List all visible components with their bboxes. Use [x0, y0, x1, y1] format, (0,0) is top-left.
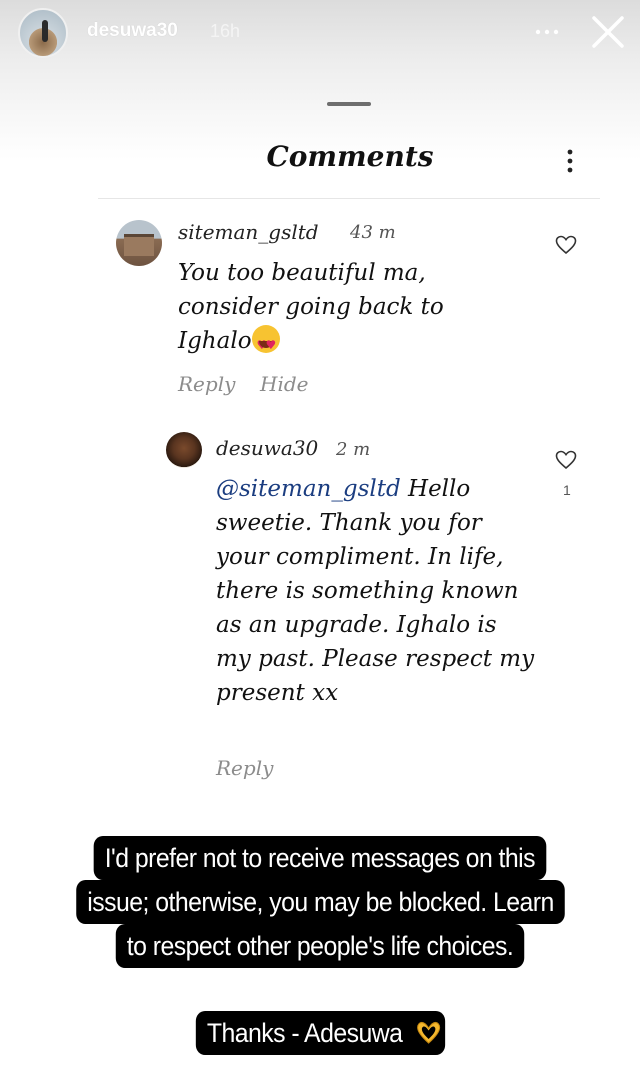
caption-text: to respect other people's life choices.: [115, 924, 525, 968]
caption-line: I'd prefer not to receive messages on th…: [0, 836, 640, 880]
caption-line: to respect other people's life choices.: [0, 924, 640, 968]
caption-text: issue; otherwise, you may be blocked. Le…: [75, 880, 565, 924]
close-icon[interactable]: [590, 14, 626, 50]
more-icon[interactable]: [532, 22, 562, 42]
caption-line: issue; otherwise, you may be blocked. Le…: [0, 880, 640, 924]
divider: [98, 198, 600, 199]
comment-text-line: consider going back to: [178, 294, 444, 320]
caption-text: I'd prefer not to receive messages on th…: [93, 836, 547, 880]
commenter-avatar[interactable]: [116, 220, 162, 266]
comment-text-line: You too beautiful ma,: [178, 260, 426, 286]
mention-link[interactable]: @siteman_gsltd: [216, 476, 401, 502]
heart-eyes-emoji-icon: [251, 325, 280, 362]
heart-hands-emoji-icon: [403, 1015, 440, 1044]
comment-time: 43 m: [350, 222, 396, 243]
comment-username[interactable]: siteman_gsltd: [178, 220, 319, 244]
heart-icon[interactable]: [555, 450, 577, 470]
comment-text: You too beautiful ma, consider going bac…: [178, 256, 518, 362]
more-vertical-icon[interactable]: [562, 148, 578, 174]
heart-icon[interactable]: [555, 235, 577, 255]
replier-avatar[interactable]: [166, 432, 202, 468]
avatar-building: [124, 234, 154, 256]
reply-text: @siteman_gsltd Hello sweetie. Thank you …: [216, 472, 536, 710]
comment-text-word: Ighalo: [178, 328, 252, 354]
story-time: 16h: [210, 21, 241, 41]
story-header: desuwa30 16h: [0, 0, 640, 68]
story-avatar[interactable]: [18, 8, 68, 58]
comment-text-line: Ighalo: [178, 324, 518, 362]
sheet-title: Comments: [266, 140, 434, 173]
comment-reply-button[interactable]: Reply: [178, 372, 235, 396]
caption-line: Thanks - Adesuwa: [0, 1011, 640, 1055]
caption-signoff: Thanks - Adesuwa: [195, 1011, 445, 1055]
reply-body: Hello sweetie. Thank you for your compli…: [216, 476, 535, 706]
reply-reply-button[interactable]: Reply: [216, 756, 273, 780]
caption-signoff-text: Thanks - Adesuwa: [206, 1018, 403, 1048]
sheet-drag-handle[interactable]: [327, 102, 371, 106]
avatar-figure: [42, 20, 48, 42]
comment-hide-button[interactable]: Hide: [260, 372, 308, 396]
story-username[interactable]: desuwa30: [87, 20, 178, 42]
reply-time: 2 m: [336, 439, 371, 460]
like-count: 1: [563, 482, 571, 498]
reply-username[interactable]: desuwa30: [216, 436, 318, 460]
